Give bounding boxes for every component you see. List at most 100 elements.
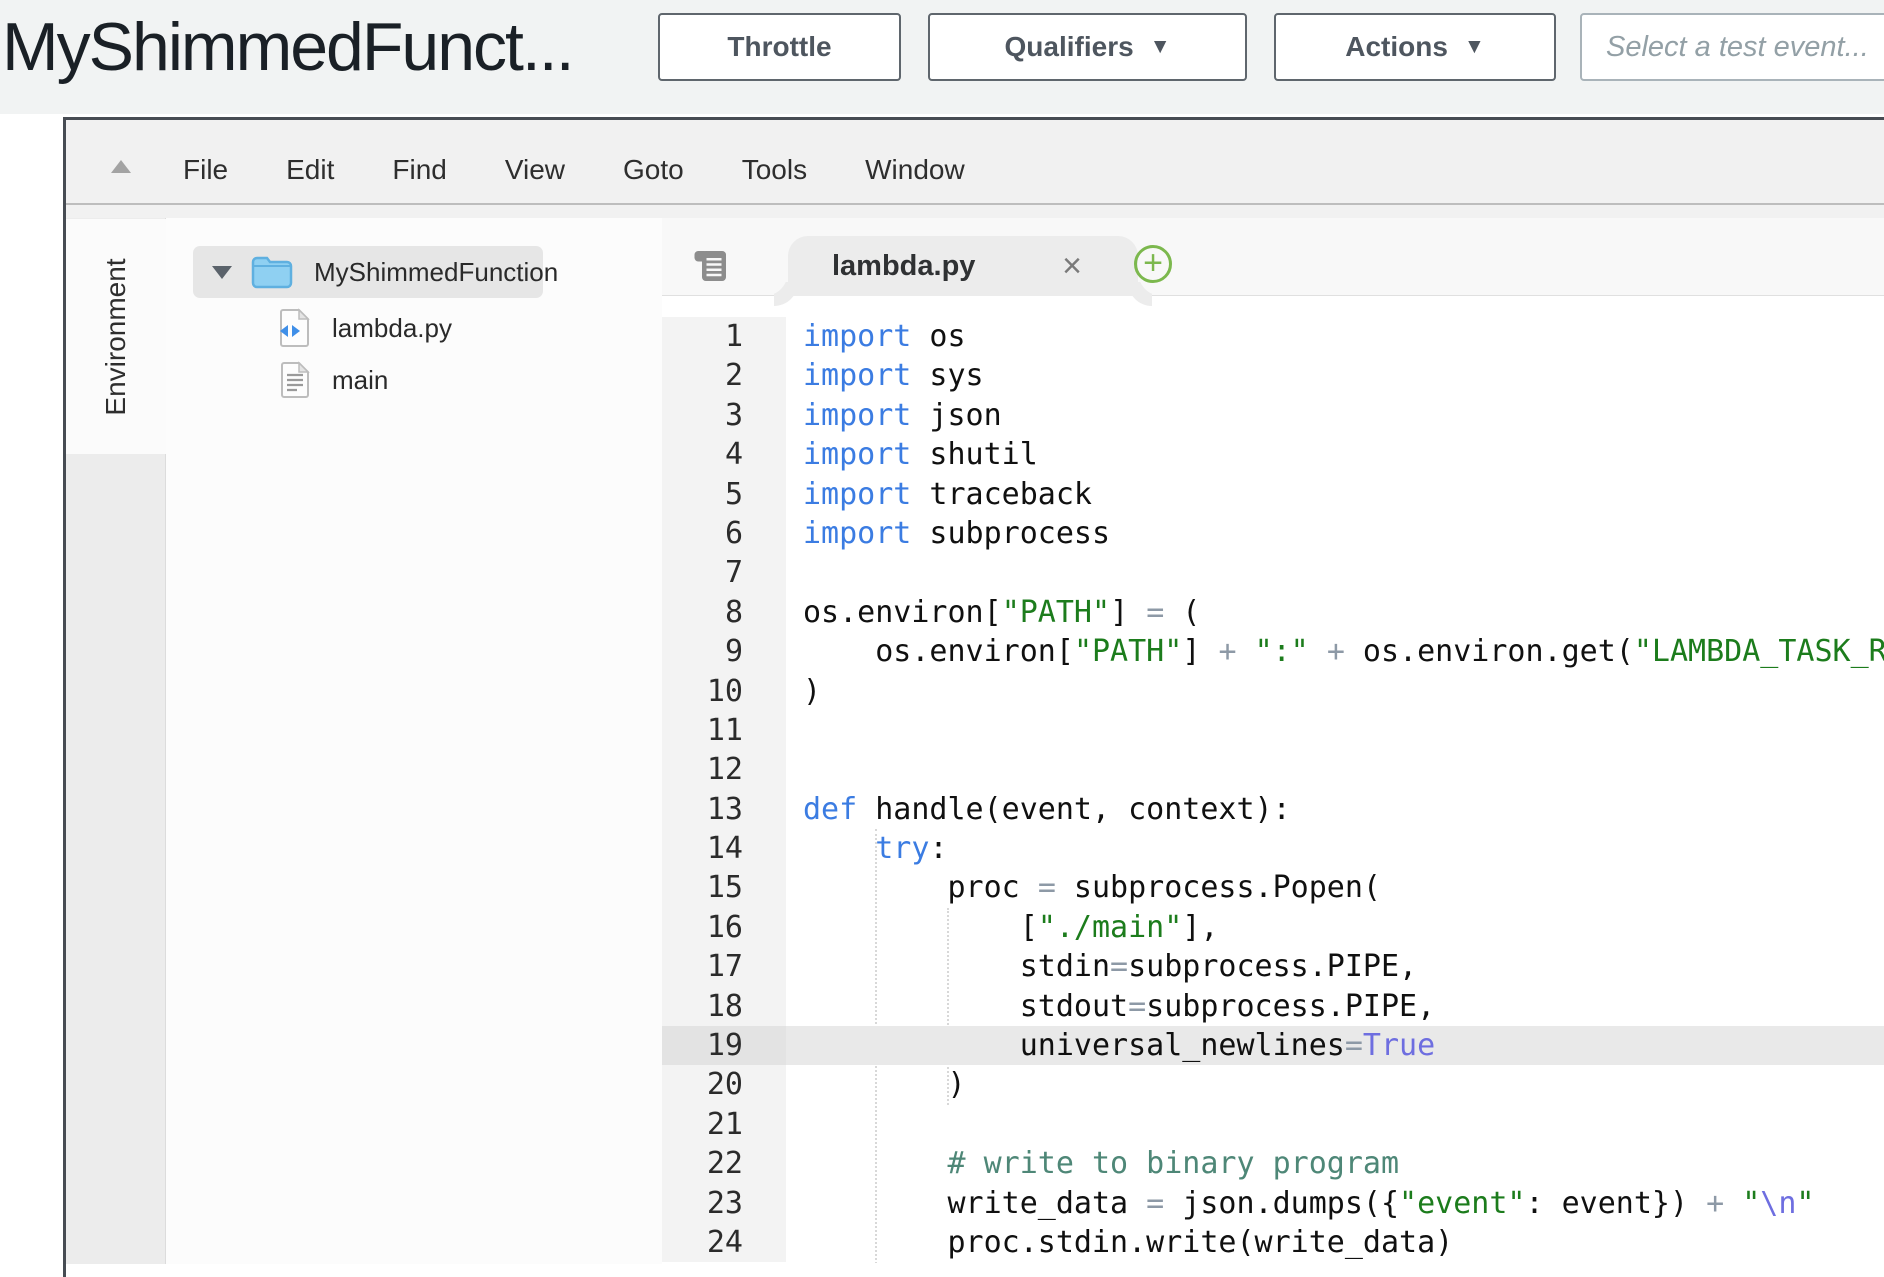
- menu-goto[interactable]: Goto: [623, 154, 684, 186]
- ide-menubar: File Edit Find View Goto Tools Window: [66, 120, 1884, 205]
- gutter-line-number[interactable]: 1: [662, 317, 786, 356]
- code-line-text: stdout=subprocess.PIPE,: [786, 987, 1884, 1026]
- file-tree-panel: MyShimmedFunction lambda.py: [166, 218, 662, 1264]
- gutter-line-number[interactable]: 22: [662, 1144, 786, 1183]
- gutter-line-number[interactable]: 7: [662, 553, 786, 592]
- code-line-22[interactable]: 22 # write to binary program: [662, 1144, 1884, 1183]
- code-line-7[interactable]: 7: [662, 553, 1884, 592]
- editor-column: lambda.py × + 1import os2import sys3impo…: [662, 218, 1884, 1264]
- toolbar-strip: [66, 205, 1884, 218]
- tree-item-lambda-py[interactable]: lambda.py: [276, 308, 452, 348]
- code-line-text: [786, 750, 1884, 789]
- code-line-16[interactable]: 16 ["./main"],: [662, 908, 1884, 947]
- code-editor[interactable]: 1import os2import sys3import json4import…: [662, 296, 1884, 1263]
- menu-tools[interactable]: Tools: [742, 154, 807, 186]
- gutter-line-number[interactable]: 12: [662, 750, 786, 789]
- environment-tab-label: Environment: [100, 258, 132, 415]
- code-line-2[interactable]: 2import sys: [662, 356, 1884, 395]
- code-line-24[interactable]: 24 proc.stdin.write(write_data): [662, 1223, 1884, 1262]
- new-tab-button[interactable]: +: [1134, 245, 1172, 283]
- code-line-text: stdin=subprocess.PIPE,: [786, 947, 1884, 986]
- tab-lambda-py[interactable]: lambda.py ×: [788, 236, 1138, 296]
- gutter-line-number[interactable]: 15: [662, 868, 786, 907]
- gutter-line-number[interactable]: 3: [662, 396, 786, 435]
- tab-list-icon[interactable]: [693, 249, 729, 288]
- code-line-12[interactable]: 12: [662, 750, 1884, 789]
- code-line-19[interactable]: 19 universal_newlines=True: [662, 1026, 1884, 1065]
- code-line-5[interactable]: 5import traceback: [662, 475, 1884, 514]
- gutter-line-number[interactable]: 20: [662, 1065, 786, 1104]
- code-line-text: proc = subprocess.Popen(: [786, 868, 1884, 907]
- gutter-line-number[interactable]: 21: [662, 1105, 786, 1144]
- code-line-14[interactable]: 14 try:: [662, 829, 1884, 868]
- collapse-menu-icon[interactable]: [111, 160, 131, 173]
- gutter-line-number[interactable]: 9: [662, 632, 786, 671]
- chevron-down-icon: ▼: [1464, 35, 1485, 59]
- code-line-10[interactable]: 10): [662, 672, 1884, 711]
- code-line-1[interactable]: 1import os: [662, 317, 1884, 356]
- tree-item-folder[interactable]: MyShimmedFunction: [212, 254, 558, 290]
- code-line-9[interactable]: 9 os.environ["PATH"] + ":" + os.environ.…: [662, 632, 1884, 671]
- gutter-line-number[interactable]: 8: [662, 593, 786, 632]
- code-line-text: import json: [786, 396, 1884, 435]
- code-line-13[interactable]: 13def handle(event, context):: [662, 790, 1884, 829]
- code-line-text: ): [786, 672, 1884, 711]
- code-line-text: try:: [786, 829, 1884, 868]
- menu-edit[interactable]: Edit: [286, 154, 334, 186]
- code-line-11[interactable]: 11: [662, 711, 1884, 750]
- code-line-21[interactable]: 21: [662, 1105, 1884, 1144]
- actions-button[interactable]: Actions ▼: [1274, 13, 1556, 81]
- code-line-text: os.environ["PATH"] + ":" + os.environ.ge…: [786, 632, 1884, 671]
- throttle-button-label: Throttle: [727, 31, 831, 63]
- menu-find[interactable]: Find: [392, 154, 446, 186]
- close-tab-icon[interactable]: ×: [1062, 249, 1082, 283]
- tree-folder-label: MyShimmedFunction: [314, 257, 558, 288]
- tree-expand-caret-icon[interactable]: [212, 266, 232, 279]
- code-line-18[interactable]: 18 stdout=subprocess.PIPE,: [662, 987, 1884, 1026]
- code-line-20[interactable]: 20 ): [662, 1065, 1884, 1104]
- tree-file-label: main: [332, 365, 388, 396]
- tree-item-main[interactable]: main: [278, 361, 388, 399]
- gutter-line-number[interactable]: 2: [662, 356, 786, 395]
- code-line-23[interactable]: 23 write_data = json.dumps({"event": eve…: [662, 1184, 1884, 1223]
- gutter-line-number[interactable]: 16: [662, 908, 786, 947]
- gutter-line-number[interactable]: 5: [662, 475, 786, 514]
- gutter-line-number[interactable]: 6: [662, 514, 786, 553]
- code-line-text: import shutil: [786, 435, 1884, 474]
- code-line-4[interactable]: 4import shutil: [662, 435, 1884, 474]
- code-line-text: import traceback: [786, 475, 1884, 514]
- code-line-text: import subprocess: [786, 514, 1884, 553]
- code-line-text: proc.stdin.write(write_data): [786, 1223, 1884, 1262]
- qualifiers-button[interactable]: Qualifiers ▼: [928, 13, 1247, 81]
- code-line-text: universal_newlines=True: [786, 1026, 1884, 1065]
- gutter-line-number[interactable]: 11: [662, 711, 786, 750]
- gutter-line-number[interactable]: 13: [662, 790, 786, 829]
- menu-window[interactable]: Window: [865, 154, 965, 186]
- gutter-line-number[interactable]: 14: [662, 829, 786, 868]
- code-line-text: [786, 1105, 1884, 1144]
- side-rail: Environment: [66, 218, 166, 1264]
- code-line-6[interactable]: 6import subprocess: [662, 514, 1884, 553]
- environment-tab[interactable]: Environment: [66, 219, 166, 454]
- gutter-line-number[interactable]: 18: [662, 987, 786, 1026]
- chevron-down-icon: ▼: [1150, 35, 1171, 59]
- gutter-line-number[interactable]: 4: [662, 435, 786, 474]
- code-line-3[interactable]: 3import json: [662, 396, 1884, 435]
- gutter-line-number[interactable]: 17: [662, 947, 786, 986]
- code-line-text: os.environ["PATH"] = (: [786, 593, 1884, 632]
- menu-file[interactable]: File: [183, 154, 228, 186]
- qualifiers-button-label: Qualifiers: [1005, 31, 1134, 63]
- test-event-placeholder: Select a test event...: [1606, 31, 1869, 64]
- gutter-line-number[interactable]: 10: [662, 672, 786, 711]
- gutter-line-number[interactable]: 23: [662, 1184, 786, 1223]
- text-file-icon: [278, 361, 312, 399]
- throttle-button[interactable]: Throttle: [658, 13, 901, 81]
- code-line-17[interactable]: 17 stdin=subprocess.PIPE,: [662, 947, 1884, 986]
- gutter-line-number[interactable]: 19: [662, 1026, 786, 1065]
- gutter-line-number[interactable]: 24: [662, 1223, 786, 1262]
- code-line-15[interactable]: 15 proc = subprocess.Popen(: [662, 868, 1884, 907]
- page-header: MyShimmedFunct... Throttle Qualifiers ▼ …: [0, 0, 1884, 114]
- menu-view[interactable]: View: [505, 154, 565, 186]
- test-event-select[interactable]: Select a test event...: [1580, 13, 1884, 81]
- code-line-8[interactable]: 8os.environ["PATH"] = (: [662, 593, 1884, 632]
